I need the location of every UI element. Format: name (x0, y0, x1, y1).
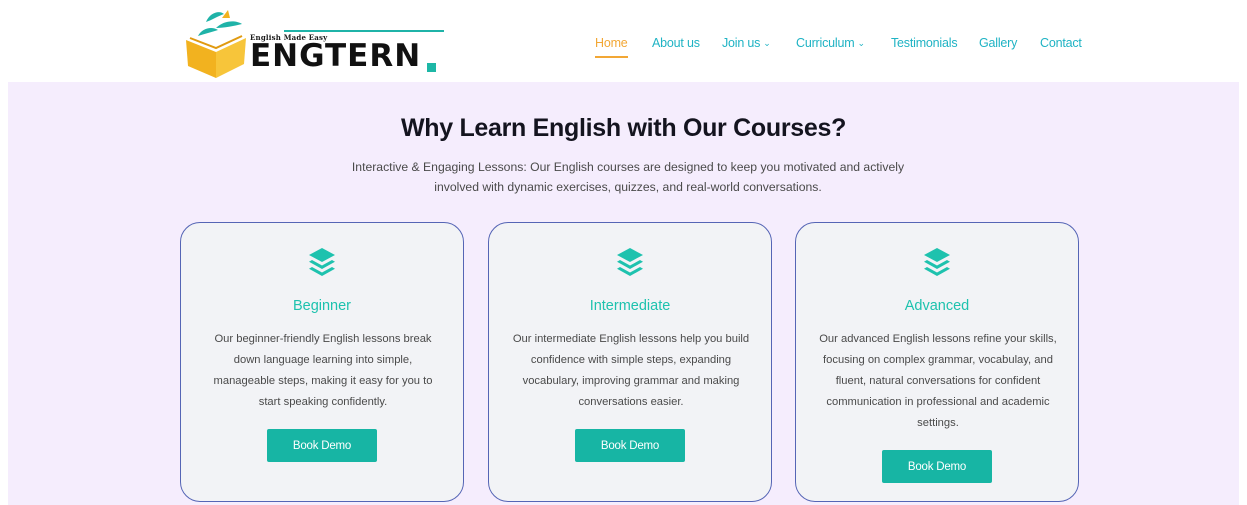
course-card-beginner: Beginner Our beginner-friendly English l… (180, 222, 464, 502)
nav-home[interactable]: Home (595, 36, 628, 58)
course-card-advanced: Advanced Our advanced English lessons re… (795, 222, 1079, 502)
nav-about[interactable]: About us (652, 36, 700, 50)
nav-testimonials[interactable]: Testimonials (891, 36, 958, 50)
nav-gallery[interactable]: Gallery (979, 36, 1017, 50)
nav-curriculum[interactable]: Curriculum ⌄ (796, 36, 865, 50)
book-demo-button[interactable]: Book Demo (267, 429, 377, 462)
book-demo-button[interactable]: Book Demo (575, 429, 685, 462)
course-card-intermediate: Intermediate Our intermediate English le… (488, 222, 772, 502)
nav-active-underline (595, 56, 628, 58)
book-demo-button[interactable]: Book Demo (882, 450, 992, 483)
layers-icon (309, 248, 335, 276)
site-header: English Made Easy ENGTERN Home About us … (0, 0, 1247, 82)
layers-icon (617, 248, 643, 276)
layers-icon (924, 248, 950, 276)
brand-dot (427, 63, 436, 72)
nav-contact[interactable]: Contact (1040, 36, 1082, 50)
card-description: Our advanced English lessons refine your… (819, 333, 1057, 429)
nav-home-label: Home (595, 36, 628, 50)
card-title: Advanced (904, 298, 970, 314)
nav-curriculum-label: Curriculum (796, 36, 855, 50)
card-title: Beginner (292, 298, 352, 314)
brand-name: ENGTERN (250, 38, 422, 74)
nav-join[interactable]: Join us ⌄ (722, 36, 771, 50)
nav-join-label: Join us (722, 36, 761, 50)
card-title: Intermediate (589, 298, 671, 314)
nav-gallery-label: Gallery (979, 36, 1018, 50)
card-description: Our beginner-friendly English lessons br… (213, 333, 433, 408)
brand-logo[interactable]: English Made Easy ENGTERN (184, 8, 446, 80)
nav-contact-label: Contact (1040, 36, 1082, 50)
section-title: Why Learn English with Our Courses? (400, 114, 847, 142)
section-subtitle: Interactive & Engaging Lessons: Our Engl… (351, 160, 905, 194)
card-description: Our intermediate English lessons help yo… (512, 333, 750, 408)
chevron-down-icon: ⌄ (763, 38, 771, 48)
chevron-down-icon: ⌄ (857, 38, 865, 48)
nav-testimonials-label: Testimonials (891, 36, 958, 50)
nav-about-label: About us (652, 36, 700, 50)
